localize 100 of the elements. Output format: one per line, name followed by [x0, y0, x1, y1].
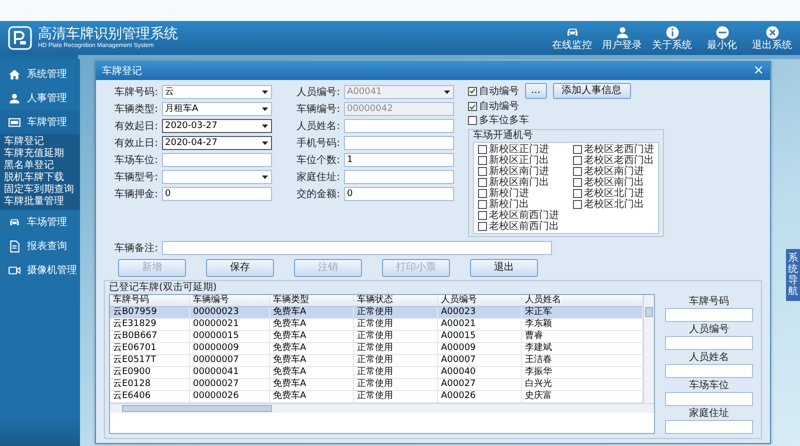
checkbox[interactable] [478, 145, 487, 154]
submenu-item[interactable]: 车牌充值延期 [4, 148, 80, 160]
checkbox-label: 老校区前西门出 [489, 221, 559, 232]
dropdown-field[interactable] [162, 170, 272, 184]
sidebar-item[interactable]: 系统管理 [0, 62, 80, 86]
checkbox-label: 新校区南门出 [489, 177, 549, 188]
checkbox[interactable] [573, 145, 582, 154]
checkbox[interactable] [468, 102, 477, 111]
checkbox[interactable] [478, 167, 487, 176]
checkbox[interactable] [573, 200, 582, 209]
checkbox[interactable] [478, 200, 487, 209]
camera-icon [8, 264, 21, 276]
field-label: 人员编号: [296, 86, 341, 98]
sidebar-item[interactable]: 报表查询 [0, 234, 80, 258]
table-row[interactable]: 云E06701 00000009 免费车A 正常使用 A00009 李建斌 [110, 343, 643, 355]
checkbox[interactable] [478, 178, 487, 187]
checkbox[interactable] [468, 116, 477, 125]
input-field[interactable] [162, 240, 552, 254]
input-field[interactable] [162, 152, 272, 166]
add-person-button[interactable]: 添加人事信息 [552, 83, 631, 99]
minimize-icon [714, 24, 730, 40]
caret-icon [261, 138, 269, 146]
parking-logo-icon [8, 26, 32, 50]
checkbox[interactable] [573, 189, 582, 198]
caret-icon [261, 104, 269, 112]
toolbar-button[interactable]: 退出系统 [750, 24, 794, 52]
checkbox[interactable] [573, 156, 582, 165]
checkbox[interactable] [478, 156, 487, 165]
sidebar-item[interactable]: 摄像机管理 [0, 258, 80, 282]
dropdown-field[interactable]: 云 [162, 84, 272, 98]
toolbar-button[interactable]: 用户登录 [600, 24, 644, 52]
submenu-item[interactable]: 车牌登记 [4, 136, 80, 148]
field-label: 车辆类型: [114, 102, 159, 116]
column-header[interactable]: 车辆状态 [354, 295, 438, 306]
table-row[interactable]: 云B07959 00000023 免费车A 正常使用 A00023 宋正军 [110, 307, 643, 319]
field-label: 车辆型号: [114, 170, 159, 184]
sidebar-item[interactable]: 车场管理 [0, 210, 80, 234]
caret-icon [261, 172, 269, 180]
horizontal-scrollbar[interactable] [110, 403, 654, 413]
more-button[interactable]: ... [525, 83, 547, 99]
checkbox-label: 新校门出 [489, 199, 529, 210]
field-label: 车辆备注: [114, 242, 159, 254]
person-icon [8, 92, 21, 104]
input-field[interactable]: 0 [344, 186, 454, 200]
table-row[interactable]: 云E0900 00000041 免费车A 正常使用 A00040 李振华 [110, 367, 643, 379]
toolbar-button[interactable]: 在线监控 [550, 24, 594, 52]
close-icon [764, 24, 780, 40]
submenu-item[interactable]: 脱机车牌下载 [4, 172, 80, 184]
checkbox[interactable] [478, 189, 487, 198]
checkbox-label: 老校区南门出 [584, 177, 644, 188]
house-icon [8, 68, 21, 80]
input-field[interactable] [665, 420, 753, 434]
input-field[interactable]: 1 [344, 152, 454, 166]
input-field[interactable] [665, 392, 753, 406]
input-field[interactable]: 0 [162, 186, 272, 200]
app-title: 高清车牌识别管理系统 [38, 26, 178, 42]
input-field[interactable] [344, 170, 454, 184]
input-field[interactable] [665, 336, 753, 350]
action-button[interactable]: 退出 [470, 259, 538, 277]
field-label: 手机号码: [296, 136, 341, 150]
toolbar-button[interactable]: 关于系统 [650, 24, 694, 52]
input-field[interactable] [344, 136, 454, 150]
sidebar-item[interactable]: 车牌管理 [0, 110, 80, 134]
column-header[interactable]: 车牌号码 [110, 295, 190, 306]
table-row[interactable]: 云E0128 00000027 免费车A 正常使用 A00027 白兴光 [110, 379, 643, 391]
input-field[interactable] [665, 308, 753, 322]
submenu-item[interactable]: 黑名单登记 [4, 160, 80, 172]
submenu-item[interactable]: 车牌批量管理 [4, 196, 80, 208]
checkbox[interactable] [478, 211, 487, 220]
checkbox[interactable] [478, 222, 487, 231]
column-header[interactable]: 人员编号 [438, 295, 522, 306]
dialog-title: 车牌登记 [102, 64, 142, 78]
checkbox[interactable] [468, 86, 477, 96]
vertical-scrollbar[interactable] [643, 295, 654, 403]
input-field[interactable] [665, 364, 753, 378]
column-header[interactable]: 车辆编号 [190, 295, 270, 306]
close-button[interactable]: × [753, 64, 764, 78]
table-row[interactable]: 云B0B667 00000015 免费车A 正常使用 A00015 曹睿 [110, 331, 643, 343]
checkbox[interactable] [573, 167, 582, 176]
toolbar-button[interactable]: 最小化 [700, 24, 744, 52]
date-field[interactable]: 2020-04-27 [162, 136, 272, 150]
checkbox-label: 老校区北门出 [584, 199, 644, 210]
column-header[interactable]: 车辆类型 [270, 295, 354, 306]
field-label: 人员姓名 [689, 352, 729, 364]
dropdown-field[interactable]: 月租车A [162, 102, 272, 116]
action-button[interactable]: 保存 [206, 259, 274, 277]
field-label: 家庭住址 [689, 408, 729, 420]
document-icon [8, 240, 21, 252]
input-field[interactable] [344, 118, 454, 132]
date-field[interactable]: 2020-03-27 [162, 118, 272, 132]
table-row[interactable]: 云E31829 00000021 免费车A 正常使用 A00021 李东颖 [110, 319, 643, 331]
field-label: 车位个数: [296, 154, 341, 166]
sidebar-item[interactable]: 人事管理 [0, 86, 80, 110]
navigation-tab[interactable]: 系统导航 [786, 249, 800, 301]
checkbox[interactable] [573, 178, 582, 187]
submenu-item[interactable]: 固定车到期查询 [4, 184, 80, 196]
checkbox-label: 自动编号 [479, 86, 519, 96]
table-row[interactable]: 云E0517T 00000007 免费车A 正常使用 A00007 王洁春 [110, 355, 643, 367]
checkbox-label: 新校区正门进 [489, 144, 549, 155]
card-icon [8, 116, 21, 128]
